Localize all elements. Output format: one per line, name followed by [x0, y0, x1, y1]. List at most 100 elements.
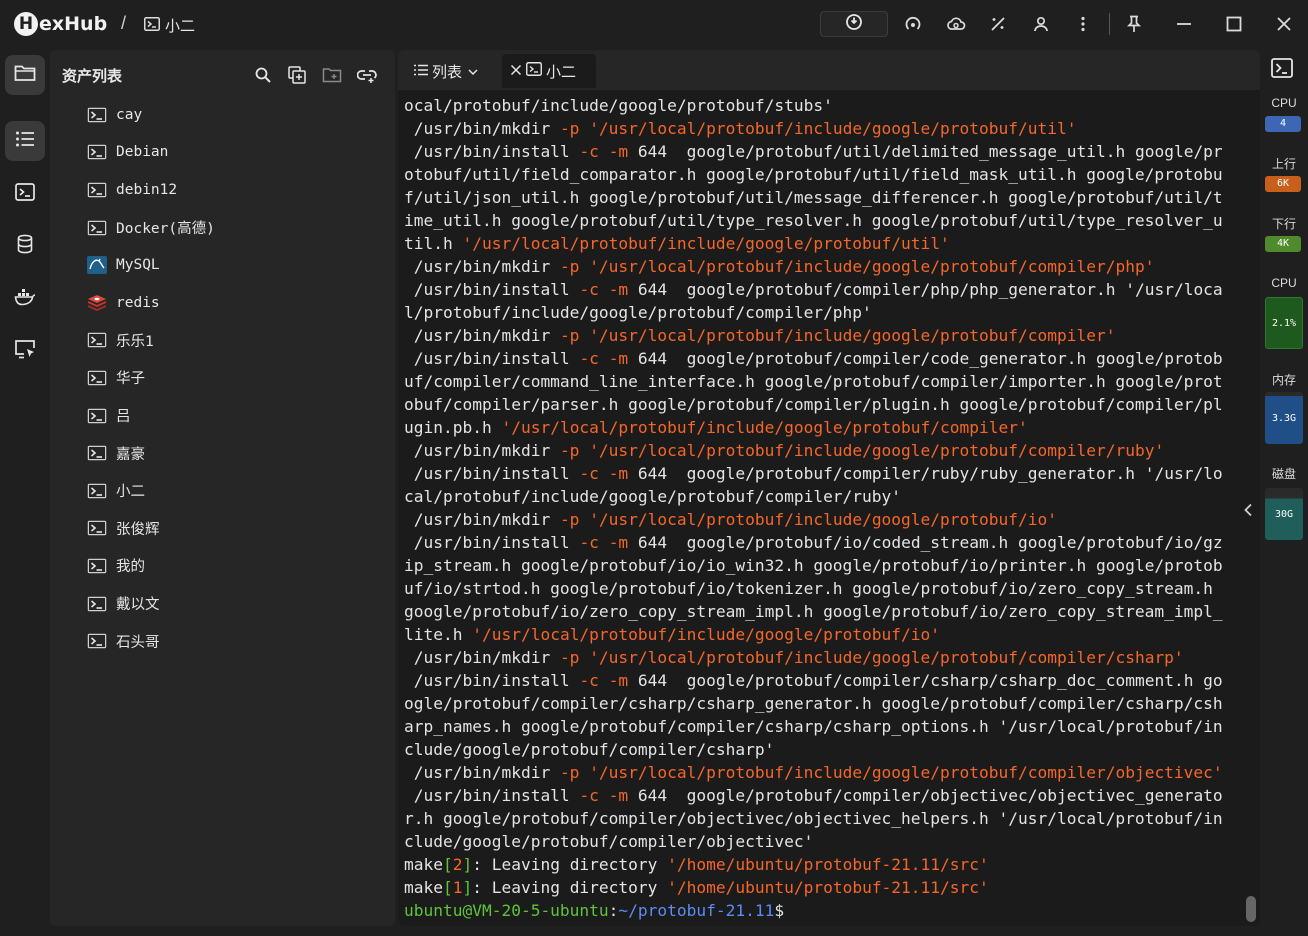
terminal-text: '/usr/local/protobuf/include/google/prot… — [589, 510, 1057, 529]
search-icon[interactable] — [252, 64, 274, 86]
asset-item[interactable]: Docker(高德) — [50, 209, 395, 247]
terminal-text: /usr/bin/install — [404, 533, 580, 552]
breadcrumb-current: 小二 — [165, 18, 196, 35]
terminal-line: r.h google/protobuf/compiler/objectivec/… — [404, 807, 1244, 830]
asset-item[interactable]: cay — [50, 96, 395, 134]
list-icon — [414, 63, 428, 80]
tab-session[interactable]: 小二 — [502, 54, 596, 88]
terminal-line: ime_util.h google/protobuf/util/type_res… — [404, 209, 1244, 232]
disk-gauge: 30G — [1265, 488, 1303, 540]
add-asset-icon[interactable] — [286, 64, 308, 86]
breadcrumb-separator: / — [121, 13, 127, 33]
asset-panel-title: 资产列表 — [62, 68, 123, 85]
link-icon[interactable] — [356, 64, 378, 86]
terminal-text: -m — [608, 671, 629, 690]
asset-item[interactable]: 石头哥 — [50, 622, 395, 660]
terminal-line: make[1]: Leaving directory '/home/ubuntu… — [404, 876, 1244, 899]
terminal-text: -p — [559, 763, 580, 782]
maximize-icon[interactable] — [1222, 12, 1246, 36]
asset-item-label: 华子 — [116, 371, 145, 388]
terminal-icon[interactable] — [1271, 58, 1293, 83]
user-icon[interactable] — [1029, 12, 1053, 36]
rail-assets-button[interactable] — [5, 55, 45, 95]
close-tab-icon[interactable] — [510, 63, 522, 80]
more-vertical-icon[interactable] — [1071, 12, 1095, 36]
magic-wand-icon[interactable] — [986, 12, 1010, 36]
terminal-text: /usr/bin/mkdir — [404, 441, 560, 460]
terminal-icon — [86, 331, 108, 349]
cloud-sync-icon[interactable] — [944, 12, 968, 36]
terminal-text: make — [404, 878, 443, 897]
asset-item[interactable]: 华子 — [50, 359, 395, 397]
asset-item[interactable]: 乐乐1 — [50, 322, 395, 360]
asset-item[interactable]: 张俊辉 — [50, 510, 395, 548]
terminal-scrollbar[interactable] — [1246, 896, 1256, 922]
rail-terminal-button[interactable] — [5, 174, 45, 214]
asset-item[interactable]: MySQL — [50, 246, 395, 284]
terminal-text: '/usr/local/protobuf/include/google/prot… — [462, 234, 950, 253]
rail-docker-button[interactable] — [5, 279, 45, 319]
asset-item[interactable]: Debian — [50, 134, 395, 172]
terminal-text: ip_stream.h google/protobuf/io/io_win32.… — [404, 556, 1223, 575]
asset-item[interactable]: debin12 — [50, 171, 395, 209]
terminal-line: /usr/bin/install -c -m 644 google/protob… — [404, 278, 1244, 301]
terminal-text: -p — [559, 648, 580, 667]
connection-status-button[interactable] — [820, 11, 888, 37]
asset-item[interactable]: 我的 — [50, 547, 395, 585]
asset-item[interactable]: 戴以文 — [50, 585, 395, 623]
terminal-text: 644 google/protobuf/compiler/objectivec/… — [628, 786, 1223, 805]
terminal-text: ~/protobuf-21.11 — [618, 901, 775, 920]
download-label: 下行 — [1271, 217, 1296, 231]
terminal-output[interactable]: ocal/protobuf/include/google/protobuf/st… — [404, 94, 1244, 920]
terminal-text: '/usr/local/protobuf/include/google/prot… — [472, 625, 941, 644]
asset-item[interactable]: 吕 — [50, 397, 395, 435]
terminal-text: /usr/bin/mkdir — [404, 763, 560, 782]
asset-item-label: 张俊辉 — [116, 521, 160, 538]
add-folder-icon[interactable] — [321, 64, 343, 86]
terminal-text: cal/protobuf/include/google/protobuf/com… — [404, 487, 902, 506]
rail-database-button[interactable] — [5, 226, 45, 266]
upload-badge: 6K — [1265, 176, 1301, 192]
terminal-text: ] — [462, 878, 473, 897]
pin-icon[interactable] — [1122, 12, 1146, 36]
minimize-icon[interactable] — [1172, 12, 1196, 36]
terminal-icon — [86, 407, 108, 425]
asset-item-label: 戴以文 — [116, 597, 160, 614]
terminal-text: /usr/bin/mkdir — [404, 326, 560, 345]
asset-item[interactable]: 嘉豪 — [50, 434, 395, 472]
close-icon[interactable] — [1272, 12, 1296, 36]
terminal-icon — [86, 482, 108, 500]
tab-session-label: 小二 — [546, 63, 577, 81]
chevron-left-icon[interactable] — [1240, 498, 1256, 522]
rail-remote-button[interactable] — [5, 331, 45, 371]
asset-item-label: 石头哥 — [116, 634, 160, 651]
terminal-text: -p — [559, 326, 580, 345]
terminal-text: '/usr/local/protobuf/include/google/prot… — [589, 441, 1165, 460]
terminal-text: -p — [559, 441, 580, 460]
rail-list-button[interactable] — [5, 121, 45, 161]
terminal-text: : — [608, 901, 619, 920]
terminal-line: ocal/protobuf/include/google/protobuf/st… — [404, 94, 1244, 117]
terminal-line: clude/google/protobuf/compiler/csharp' — [404, 738, 1244, 761]
terminal-line: /usr/bin/mkdir -p '/usr/local/protobuf/i… — [404, 324, 1244, 347]
logo-text: exHub — [39, 13, 108, 35]
terminal-icon — [86, 369, 108, 387]
asset-item[interactable]: redis — [50, 284, 395, 322]
asset-item-label: debin12 — [116, 181, 178, 198]
asset-item-label: 乐乐1 — [116, 333, 154, 350]
terminal-text: uf/io/strtod.h google/protobuf/io/tokeni… — [404, 579, 1213, 598]
broadcast-icon[interactable] — [901, 12, 925, 36]
terminal-text: /usr/bin/install — [404, 142, 580, 161]
terminal-text: '/usr/local/protobuf/include/google/prot… — [589, 763, 1223, 782]
asset-item-label: 吕 — [116, 409, 131, 426]
tab-list[interactable]: 列表 — [414, 54, 478, 88]
asset-item-label: Docker(高德) — [116, 221, 215, 238]
terminal-icon — [86, 106, 108, 124]
asset-list: cay Debian debin12 Docker(高德) MySQL redis 乐乐1 华… — [50, 96, 395, 660]
terminal-text: r.h google/protobuf/compiler/objectivec/… — [404, 809, 1223, 828]
asset-item[interactable]: 小二 — [50, 472, 395, 510]
